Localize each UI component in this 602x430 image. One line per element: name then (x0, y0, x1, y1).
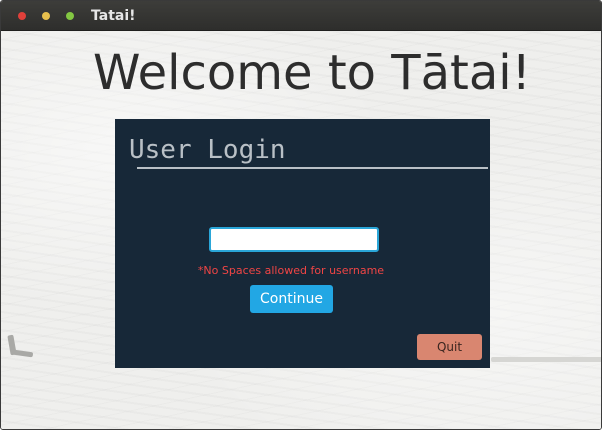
quit-button[interactable]: Quit (417, 334, 482, 360)
close-window-button[interactable] (18, 12, 26, 20)
title-bar: Tatai! (1, 1, 601, 31)
login-panel-title: User Login (129, 135, 286, 165)
username-input[interactable] (209, 227, 379, 252)
app-window: Tatai! Welcome to Tātai! User Login *No … (0, 0, 602, 430)
login-panel: User Login *No Spaces allowed for userna… (115, 119, 490, 368)
title-divider (137, 167, 488, 169)
background-streak (491, 357, 601, 362)
maximize-window-button[interactable] (66, 12, 74, 20)
minimize-window-button[interactable] (42, 12, 50, 20)
welcome-heading: Welcome to Tātai! (93, 45, 531, 101)
continue-button[interactable]: Continue (250, 285, 333, 313)
app-background: Welcome to Tātai! User Login *No Spaces … (1, 31, 601, 429)
window-title: Tatai! (91, 8, 136, 24)
username-error-message: *No Spaces allowed for username (197, 264, 385, 277)
background-scuff-mark (12, 349, 34, 358)
